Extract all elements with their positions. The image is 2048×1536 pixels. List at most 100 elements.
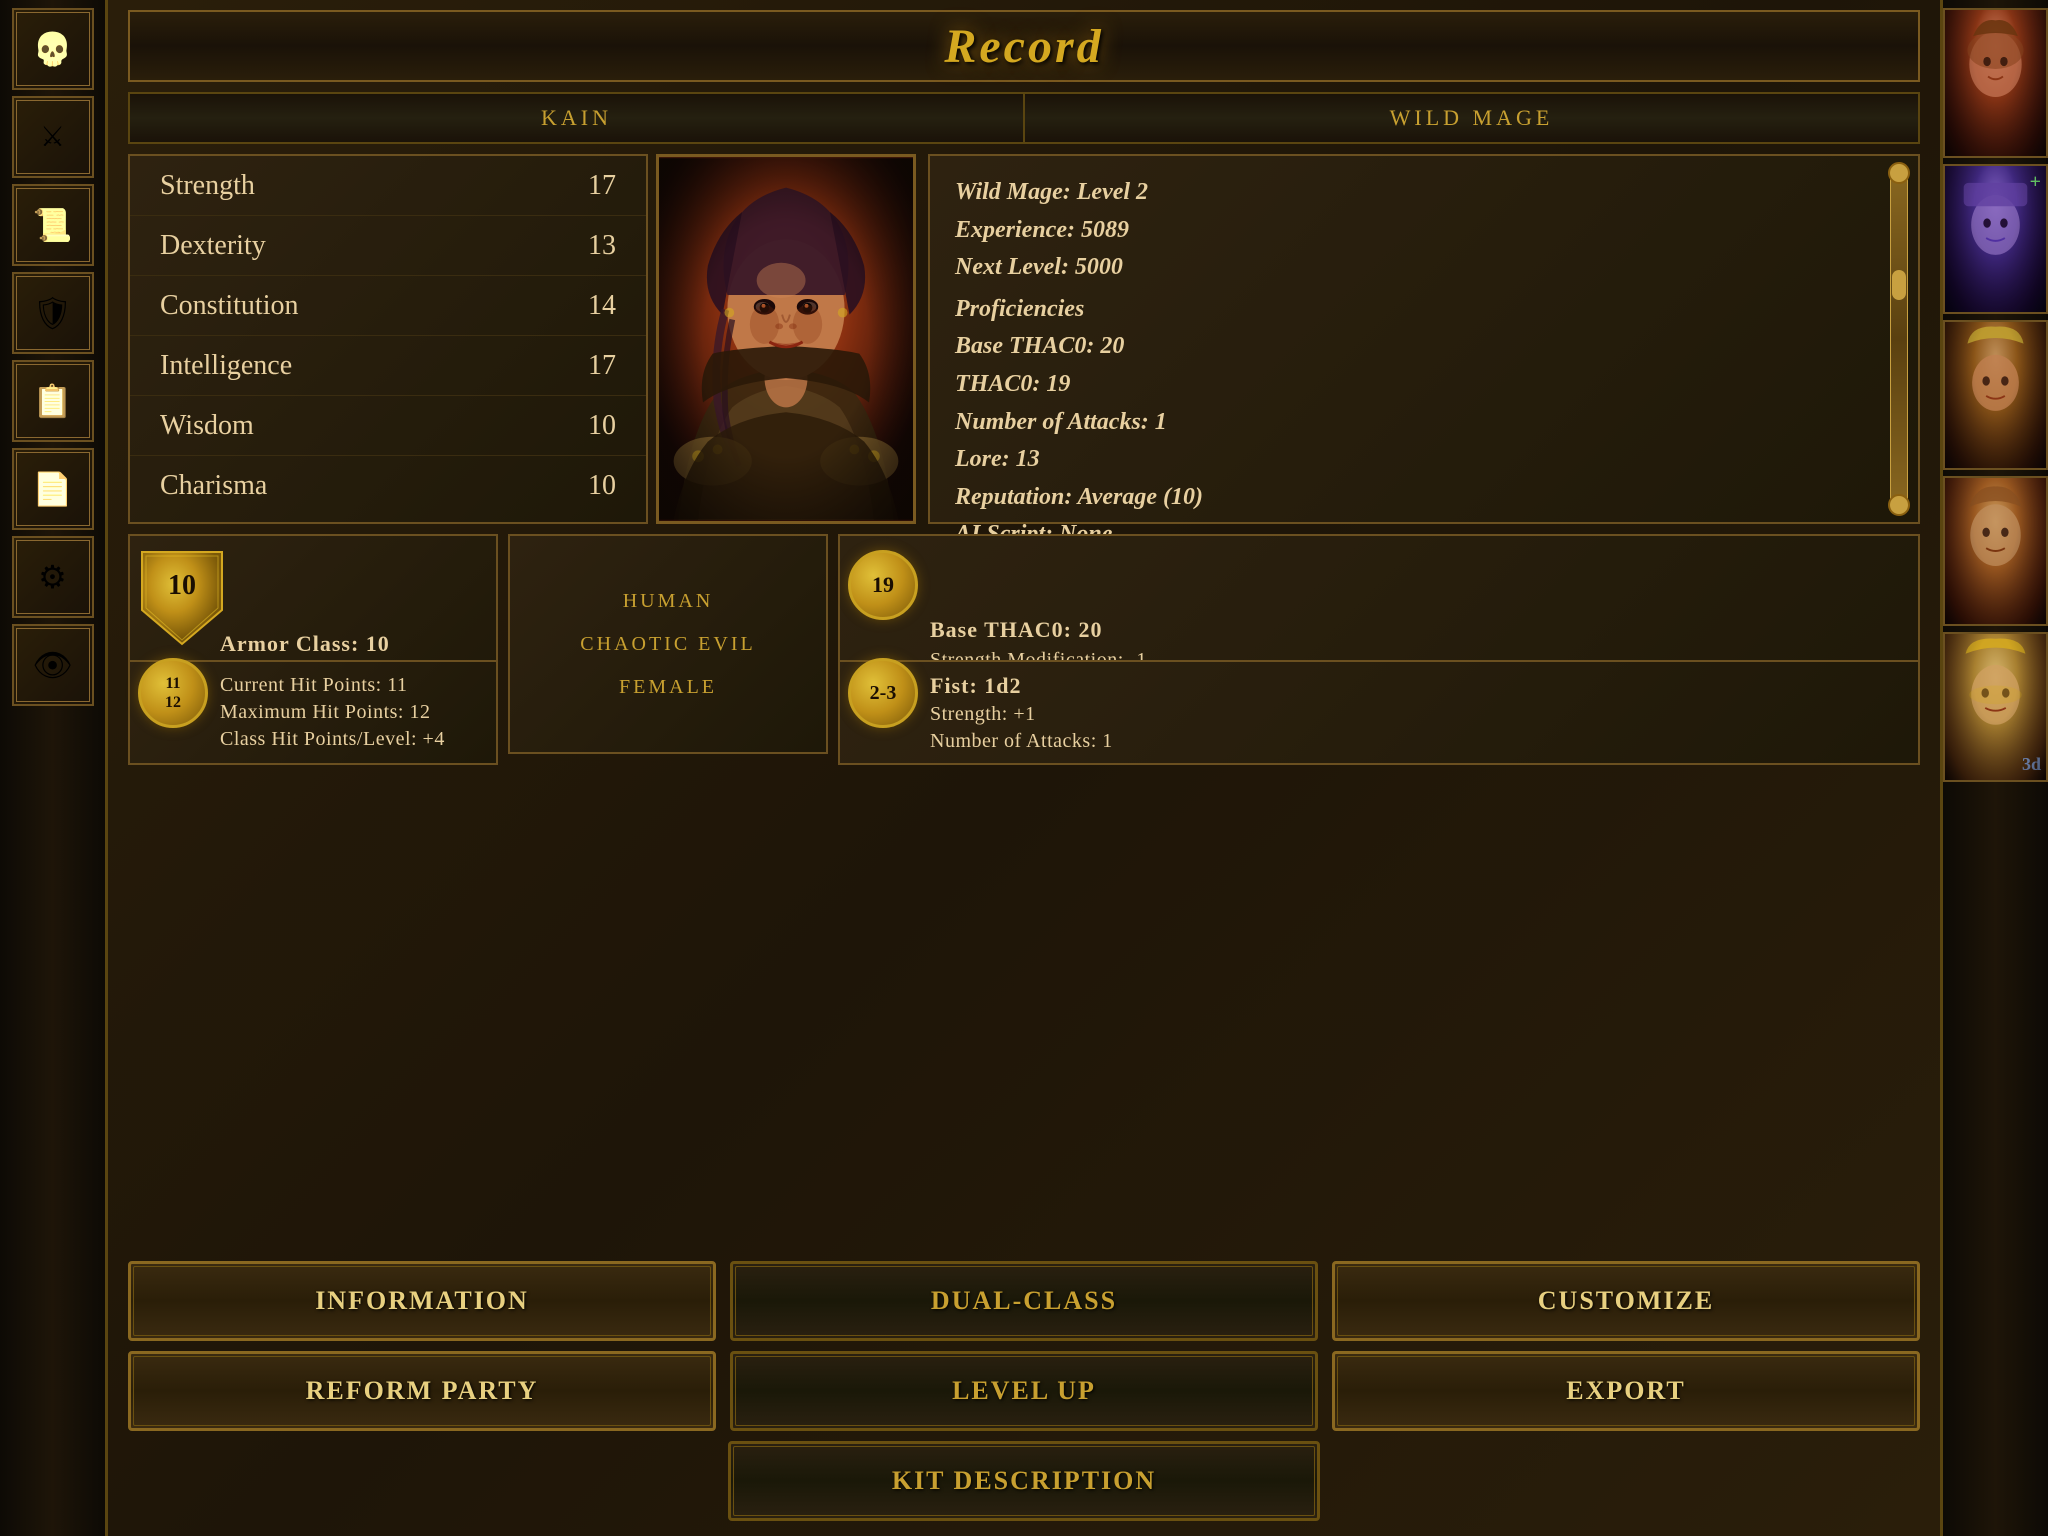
portrait-slot-5[interactable]: 3d xyxy=(1943,632,2048,782)
sidebar-icon-scroll2[interactable]: 📋 xyxy=(12,360,94,442)
dual-class-button[interactable]: DUAL-CLASS xyxy=(730,1261,1318,1341)
hp-badge: 11 12 xyxy=(138,658,208,728)
proficiencies-text: Proficiencies xyxy=(955,293,1893,327)
scroll-bottom xyxy=(1888,494,1910,516)
shield-badge-container: 10 xyxy=(138,548,226,648)
sidebar-icon-sword[interactable]: ⚔ xyxy=(12,96,94,178)
portrait-2-inner: + xyxy=(1945,166,2046,312)
level-up-button[interactable]: LEVEL UP xyxy=(730,1351,1318,1431)
class-level-text: Wild Mage: Level 2 xyxy=(955,176,1893,210)
character-portrait xyxy=(656,154,916,524)
spacer-right xyxy=(1334,1441,1920,1521)
fist-strength-label: Strength: +1 xyxy=(930,703,1904,726)
left-sidebar: 💀 ⚔ 📜 🛡 📋 📄 ⚙ 👁 xyxy=(0,0,108,1536)
fist-label: Fist: 1d2 xyxy=(930,673,1904,699)
scroll-thumb[interactable] xyxy=(1892,270,1906,300)
char-info-panel: Wild Mage: Level 2 Experience: 5089 Next… xyxy=(928,154,1920,524)
thac0-text: THAC0: 19 xyxy=(955,368,1893,402)
gear-icon: ⚙ xyxy=(38,558,67,596)
scroll2-icon: 📋 xyxy=(33,382,73,420)
gender-text: FEMALE xyxy=(619,676,717,699)
intelligence-label: Intelligence xyxy=(160,350,566,382)
constitution-value: 14 xyxy=(566,290,616,322)
charisma-label: Charisma xyxy=(160,470,566,502)
lore-text: Lore: 13 xyxy=(955,443,1893,477)
right-sidebar: + xyxy=(1940,0,2048,1536)
portrait-1-inner xyxy=(1945,10,2046,156)
stat-row-constitution: Constitution 14 xyxy=(130,276,646,336)
portrait-art xyxy=(659,157,913,521)
portrait-overlay-3 xyxy=(1945,322,2046,468)
spacer-left xyxy=(128,1441,714,1521)
thac0-badge-container: 19 xyxy=(848,550,918,620)
character-name: KAIN xyxy=(130,105,1023,131)
sidebar-icon-eye[interactable]: 👁 xyxy=(12,624,94,706)
sidebar-icon-gear[interactable]: ⚙ xyxy=(12,536,94,618)
portrait-3-inner xyxy=(1945,322,2046,468)
charisma-value: 10 xyxy=(566,470,616,502)
damage-badge: 2-3 xyxy=(848,658,918,728)
portrait-svg xyxy=(659,157,913,521)
damage-panel: Fist: 1d2 Strength: +1 Number of Attacks… xyxy=(838,660,1920,765)
intelligence-value: 17 xyxy=(566,350,616,382)
ac-value: 10 xyxy=(138,570,226,602)
portrait-slot-3[interactable] xyxy=(1943,320,2048,470)
portrait-overlay-1 xyxy=(1945,10,2046,156)
constitution-label: Constitution xyxy=(160,290,566,322)
portrait-overlay-5 xyxy=(1945,634,2046,780)
damage-badge-container: 2-3 xyxy=(848,658,918,728)
portrait-slot-2[interactable]: + xyxy=(1943,164,2048,314)
sidebar-icon-shield[interactable]: 🛡 xyxy=(12,272,94,354)
buttons-area: INFORMATION DUAL-CLASS CUSTOMIZE REFORM … xyxy=(128,1261,1920,1521)
sidebar-icon-scroll3[interactable]: 📄 xyxy=(12,448,94,530)
strength-value: 17 xyxy=(566,170,616,202)
stats-panel: Strength 17 Dexterity 13 Constitution 14… xyxy=(128,154,648,524)
portrait-overlay-4 xyxy=(1945,478,2046,624)
max-hp-label: Maximum Hit Points: 12 xyxy=(220,701,482,724)
character-class: WILD MAGE xyxy=(1025,105,1918,131)
stat-row-wisdom: Wisdom 10 xyxy=(130,396,646,456)
sidebar-icon-skull[interactable]: 💀 xyxy=(12,8,94,90)
export-button[interactable]: EXPORT xyxy=(1332,1351,1920,1431)
main-content: Record KAIN WILD MAGE Strength 17 Dexter… xyxy=(108,0,1940,1536)
experience-text: Experience: 5089 xyxy=(955,214,1893,248)
damage-value: 2-3 xyxy=(870,682,897,705)
portrait-slot-4[interactable] xyxy=(1943,476,2048,626)
button-row-2: REFORM PARTY LEVEL UP EXPORT xyxy=(128,1351,1920,1431)
base-thac0-text: Base THAC0: 20 xyxy=(955,330,1893,364)
race-text: HUMAN xyxy=(623,590,714,613)
scroll3-icon: 📄 xyxy=(33,470,73,508)
wisdom-value: 10 xyxy=(566,410,616,442)
customize-button[interactable]: CUSTOMIZE xyxy=(1332,1261,1920,1341)
reform-party-button[interactable]: REFORM PARTY xyxy=(128,1351,716,1431)
information-button[interactable]: INFORMATION xyxy=(128,1261,716,1341)
stat-row-intelligence: Intelligence 17 xyxy=(130,336,646,396)
thac0-badge-value: 19 xyxy=(872,572,894,598)
hp-badge-container: 11 12 xyxy=(138,658,208,728)
current-hp-label: Current Hit Points: 11 xyxy=(220,674,482,697)
title-bar: Record xyxy=(128,10,1920,82)
sidebar-icon-scroll1[interactable]: 📜 xyxy=(12,184,94,266)
kit-description-button[interactable]: KIT DESCRIPTION xyxy=(728,1441,1320,1521)
strength-label: Strength xyxy=(160,170,566,202)
scroll-top xyxy=(1888,162,1910,184)
race-panel: HUMAN CHAOTIC EVIL FEMALE xyxy=(508,534,828,754)
portrait-slot-1[interactable] xyxy=(1943,8,2048,158)
name-bar: KAIN WILD MAGE xyxy=(128,92,1920,144)
eye-icon: 👁 xyxy=(32,646,73,684)
fist-attacks-label: Number of Attacks: 1 xyxy=(930,730,1904,753)
num-attacks-text: Number of Attacks: 1 xyxy=(955,406,1893,440)
alignment-text: CHAOTIC EVIL xyxy=(580,633,755,656)
class-hp-label: Class Hit Points/Level: +4 xyxy=(220,728,482,751)
button-row-1: INFORMATION DUAL-CLASS CUSTOMIZE xyxy=(128,1261,1920,1341)
portrait-4-inner xyxy=(1945,478,2046,624)
button-row-3: KIT DESCRIPTION xyxy=(128,1441,1920,1521)
stat-row-charisma: Charisma 10 xyxy=(130,456,646,516)
scroll-bar[interactable] xyxy=(1890,166,1908,512)
shield-icon: 🛡 xyxy=(32,294,73,332)
skull-icon: 💀 xyxy=(33,30,73,68)
sword-icon: ⚔ xyxy=(40,120,65,154)
base-thac0-bottom: Base THAC0: 20 xyxy=(930,617,1904,643)
thac0-badge: 19 xyxy=(848,550,918,620)
reputation-text: Reputation: Average (10) xyxy=(955,481,1893,515)
